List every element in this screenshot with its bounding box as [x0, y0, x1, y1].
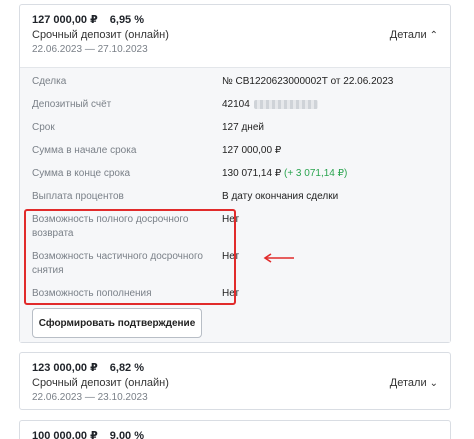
- deposit-period: 22.06.2023 — 27.10.2023: [32, 44, 148, 55]
- deposit-amount-line: 123 000,00 ₽ 6,82 %: [32, 361, 144, 374]
- deposit-type: Срочный депозит (онлайн): [32, 377, 169, 389]
- deposit-card-header[interactable]: 127 000,00 ₽ 6,95 % Срочный депозит (онла…: [20, 5, 450, 67]
- deposit-rate: 6,95 %: [109, 14, 145, 26]
- end-sum-gain: (+ 3 071,14 ₽): [283, 168, 348, 179]
- deposit-card-collapsed[interactable]: 123 000,00 ₽ 6,82 % Срочный депозит (онла…: [19, 352, 451, 410]
- deposit-amount: 123 000,00 ₽: [32, 362, 98, 374]
- deposit-amount: 100 000,00 ₽: [32, 430, 98, 439]
- details-toggle[interactable]: Детали ⌄: [390, 377, 438, 389]
- chevron-down-icon: ⌄: [429, 378, 438, 389]
- detail-label: Депозитный счёт: [32, 99, 112, 110]
- detail-label: Срок: [32, 122, 55, 133]
- deposit-amount-line: 100 000,00 ₽ 9,00 %: [32, 429, 144, 439]
- details-label: Детали: [389, 29, 427, 41]
- chevron-up-icon: ⌃: [429, 30, 438, 41]
- deposit-period: 22.06.2023 — 23.10.2023: [32, 392, 148, 403]
- end-sum-value: 130 071,14 ₽: [222, 168, 282, 179]
- account-number: 42104: [222, 99, 250, 110]
- arrow-left-icon: [263, 253, 294, 263]
- detail-value: 42104: [222, 98, 318, 112]
- detail-value: 130 071,14 ₽ (+ 3 071,14 ₽): [222, 167, 347, 181]
- deposit-amount-line: 127 000,00 ₽ 6,95 %: [32, 13, 144, 26]
- masked-account-digits: [253, 99, 318, 109]
- details-label: Детали: [389, 377, 427, 389]
- generate-confirmation-button[interactable]: Сформировать подтверждение: [32, 308, 202, 338]
- detail-value: В дату окончания сделки: [222, 191, 339, 202]
- deposit-details-panel: Сделка № СВ1220623000002Т от 22.06.2023 …: [20, 68, 450, 342]
- detail-label: Сумма в конце срока: [32, 168, 131, 179]
- detail-label: Сделка: [32, 76, 67, 87]
- deposit-card-expanded: 127 000,00 ₽ 6,95 % Срочный депозит (онла…: [19, 4, 451, 343]
- deposit-type: Срочный депозит (онлайн): [32, 29, 169, 41]
- detail-value: 127 000,00 ₽: [222, 145, 282, 156]
- deposit-card-collapsed[interactable]: 100 000,00 ₽ 9,00 %: [19, 420, 451, 439]
- detail-value: № СВ1220623000002Т от 22.06.2023: [222, 76, 394, 87]
- deposit-amount: 127 000,00 ₽: [32, 14, 98, 26]
- detail-value: 127 дней: [222, 122, 264, 133]
- deposit-rate: 9,00 %: [109, 430, 145, 439]
- deposit-rate: 6,82 %: [109, 362, 145, 374]
- detail-label: Сумма в начале срока: [32, 145, 137, 156]
- detail-label: Выплата процентов: [32, 191, 124, 202]
- details-toggle[interactable]: Детали ⌃: [390, 29, 438, 41]
- highlight-box: [24, 209, 236, 305]
